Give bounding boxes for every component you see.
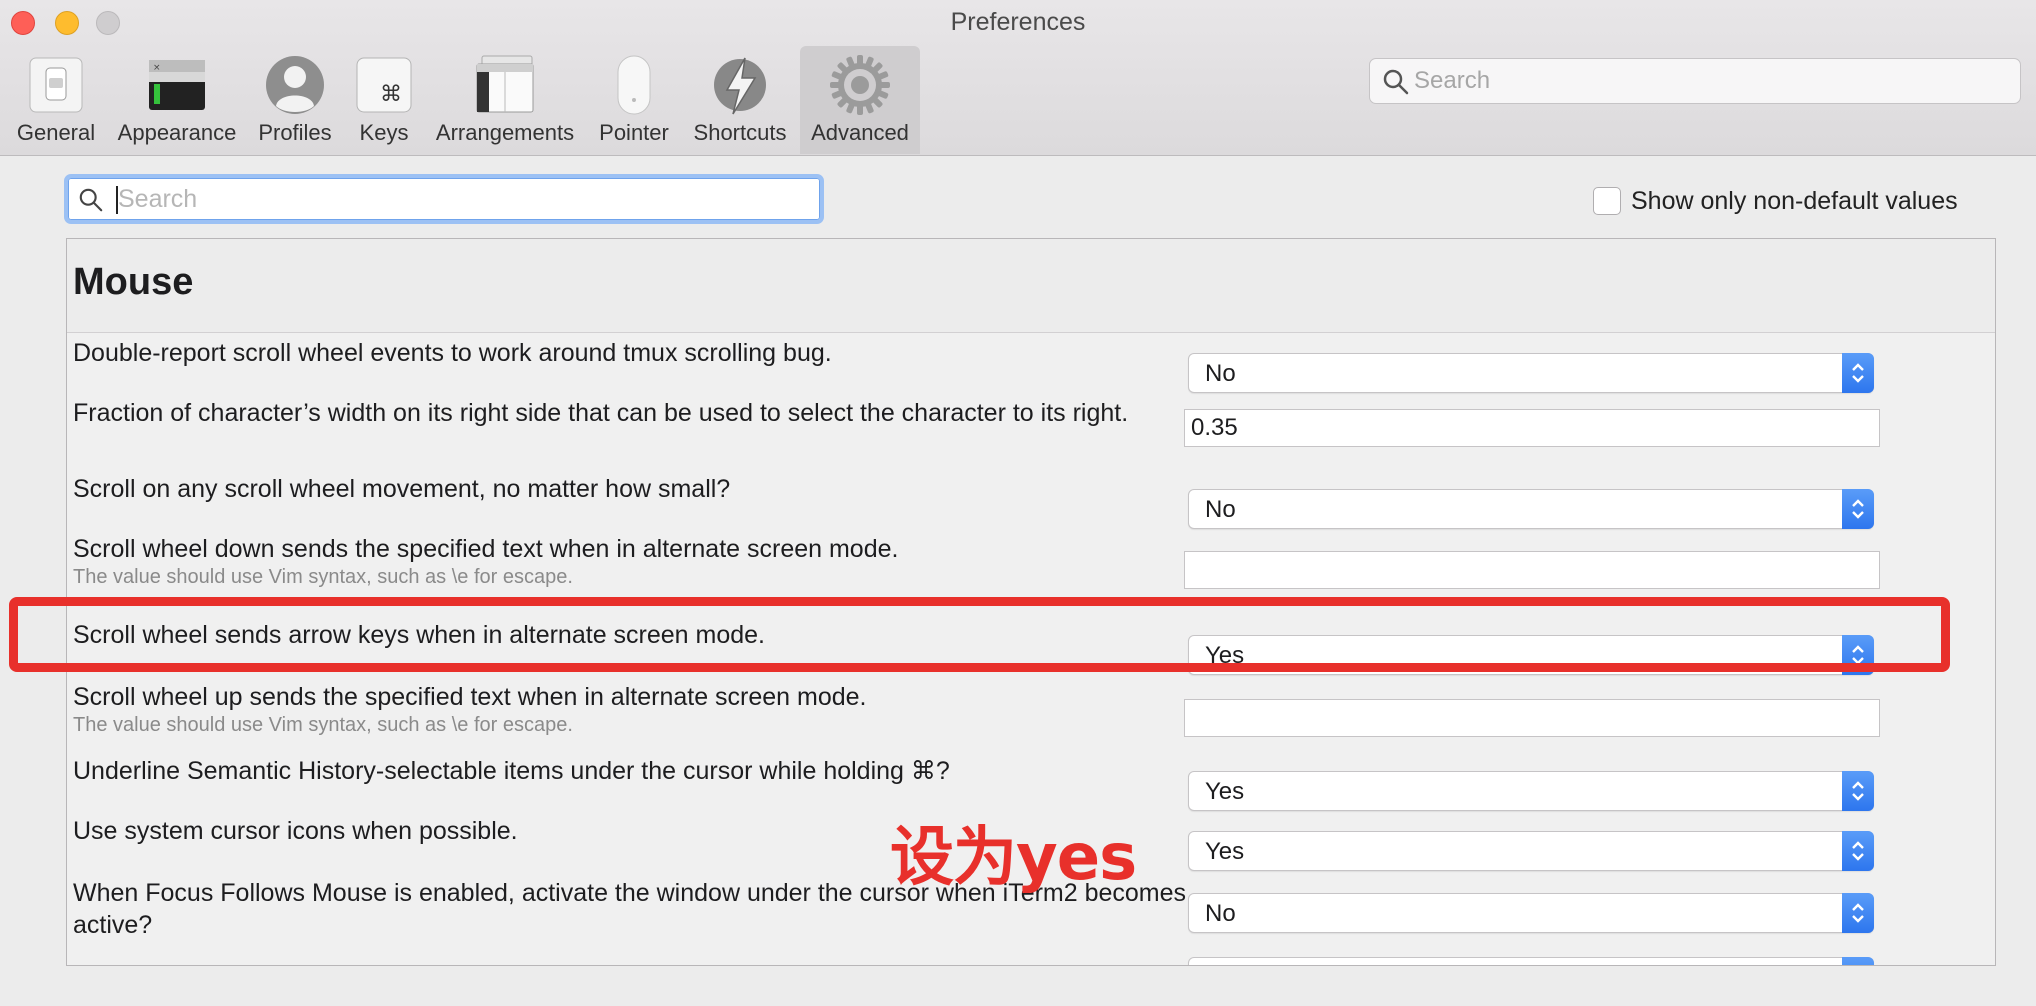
- show-nondefault-label: Show only non-default values: [1631, 186, 1958, 215]
- setting-popup[interactable]: No: [1188, 353, 1874, 393]
- shortcuts-lightning-icon: [714, 57, 766, 115]
- search-icon: [1383, 69, 1409, 95]
- tab-label: Shortcuts: [693, 120, 787, 145]
- popup-value: No: [1205, 360, 1236, 387]
- preferences-window: Preferences General × Appearance Profile…: [0, 0, 2036, 1006]
- section-title: Mouse: [73, 261, 194, 303]
- arrangements-windows-icon: [476, 55, 534, 113]
- setting-text-input[interactable]: [1191, 703, 1871, 733]
- appearance-terminal-icon: ×: [149, 60, 205, 110]
- title-bar: Preferences General × Appearance Profile…: [0, 0, 2036, 156]
- popup-stepper-icon: [1842, 893, 1874, 933]
- setting-popup-partial[interactable]: [1188, 957, 1874, 965]
- popup-value: Yes: [1205, 838, 1245, 865]
- popup-stepper-icon: [1842, 353, 1874, 393]
- keys-command-icon: ⌘: [356, 57, 412, 113]
- popup-stepper-icon: [1842, 957, 1874, 965]
- setting-label: Scroll wheel down sends the specified te…: [73, 535, 899, 563]
- tab-label: Keys: [359, 120, 409, 145]
- setting-sublabel: The value should use Vim syntax, such as…: [73, 566, 573, 588]
- pointer-mouse-icon: [617, 55, 651, 115]
- settings-row: Scroll on any scroll wheel movement, no …: [67, 469, 1995, 529]
- tab-label: Advanced: [811, 120, 909, 145]
- setting-label: Fraction of character’s width on its rig…: [73, 399, 1129, 427]
- tab-label: General: [16, 120, 96, 145]
- setting-label: Scroll wheel up sends the specified text…: [73, 683, 867, 711]
- settings-row: Scroll wheel down sends the specified te…: [67, 529, 1995, 607]
- settings-row: Underline Semantic History-selectable it…: [67, 751, 1995, 811]
- svg-text:×: ×: [153, 63, 161, 73]
- setting-text-field[interactable]: [1184, 409, 1880, 447]
- setting-popup[interactable]: No: [1188, 489, 1874, 529]
- tab-general[interactable]: General: [10, 46, 102, 154]
- setting-popup[interactable]: Yes: [1188, 771, 1874, 811]
- window-title: Preferences: [950, 8, 1086, 36]
- settings-row: Fraction of character’s width on its rig…: [67, 389, 1995, 469]
- toolbar-search-field[interactable]: [1369, 58, 2021, 104]
- tab-label: Appearance: [117, 120, 237, 145]
- settings-row: Double-report scroll wheel events to wor…: [67, 333, 1995, 393]
- setting-text-input[interactable]: [1191, 555, 1871, 585]
- general-switch-icon: [29, 57, 83, 113]
- setting-sublabel: The value should use Vim syntax, such as…: [73, 714, 573, 736]
- advanced-filter-search[interactable]: [64, 174, 824, 224]
- tab-arrangements[interactable]: Arrangements: [430, 46, 580, 154]
- setting-label: Double-report scroll wheel events to wor…: [73, 339, 832, 367]
- toolbar-search-input[interactable]: [1414, 64, 2004, 98]
- setting-text-field[interactable]: [1184, 699, 1880, 737]
- tab-keys[interactable]: ⌘ Keys: [348, 46, 420, 154]
- popup-stepper-icon: [1842, 771, 1874, 811]
- advanced-gear-icon: [830, 55, 890, 115]
- popup-stepper-icon: [1842, 831, 1874, 871]
- annotation-highlight-box: [9, 597, 1950, 672]
- setting-text-field[interactable]: [1184, 551, 1880, 589]
- setting-label: Underline Semantic History-selectable it…: [73, 757, 950, 785]
- tab-appearance[interactable]: × Appearance: [112, 46, 242, 154]
- tab-advanced[interactable]: Advanced: [800, 46, 920, 154]
- setting-label-group: Scroll wheel down sends the specified te…: [73, 533, 1203, 589]
- show-nondefault-toggle[interactable]: Show only non-default values: [1593, 186, 1958, 216]
- tab-shortcuts[interactable]: Shortcuts: [686, 46, 794, 154]
- setting-popup[interactable]: No: [1188, 893, 1874, 933]
- popup-value: No: [1205, 900, 1236, 927]
- popup-value: Yes: [1205, 778, 1245, 805]
- setting-label-group: Scroll wheel up sends the specified text…: [73, 681, 1203, 737]
- setting-label: Scroll on any scroll wheel movement, no …: [73, 475, 731, 503]
- setting-text-input[interactable]: [1191, 413, 1871, 443]
- popup-stepper-icon: [1842, 489, 1874, 529]
- tab-label: Profiles: [258, 120, 332, 145]
- settings-row: Scroll wheel up sends the specified text…: [67, 669, 1995, 749]
- show-nondefault-checkbox[interactable]: [1593, 187, 1621, 215]
- search-icon: [79, 188, 103, 212]
- setting-popup[interactable]: Yes: [1188, 831, 1874, 871]
- tab-label: Pointer: [599, 120, 669, 145]
- profiles-user-icon: [266, 56, 324, 114]
- tab-pointer[interactable]: Pointer: [590, 46, 678, 154]
- tab-profiles[interactable]: Profiles: [252, 46, 338, 154]
- annotation-text: 设为yes: [890, 821, 1137, 895]
- tab-label: Arrangements: [435, 120, 575, 145]
- svg-text:⌘: ⌘: [380, 82, 402, 107]
- section-header: Mouse: [67, 239, 1995, 333]
- popup-value: No: [1205, 496, 1236, 523]
- filter-search-input[interactable]: [118, 183, 808, 215]
